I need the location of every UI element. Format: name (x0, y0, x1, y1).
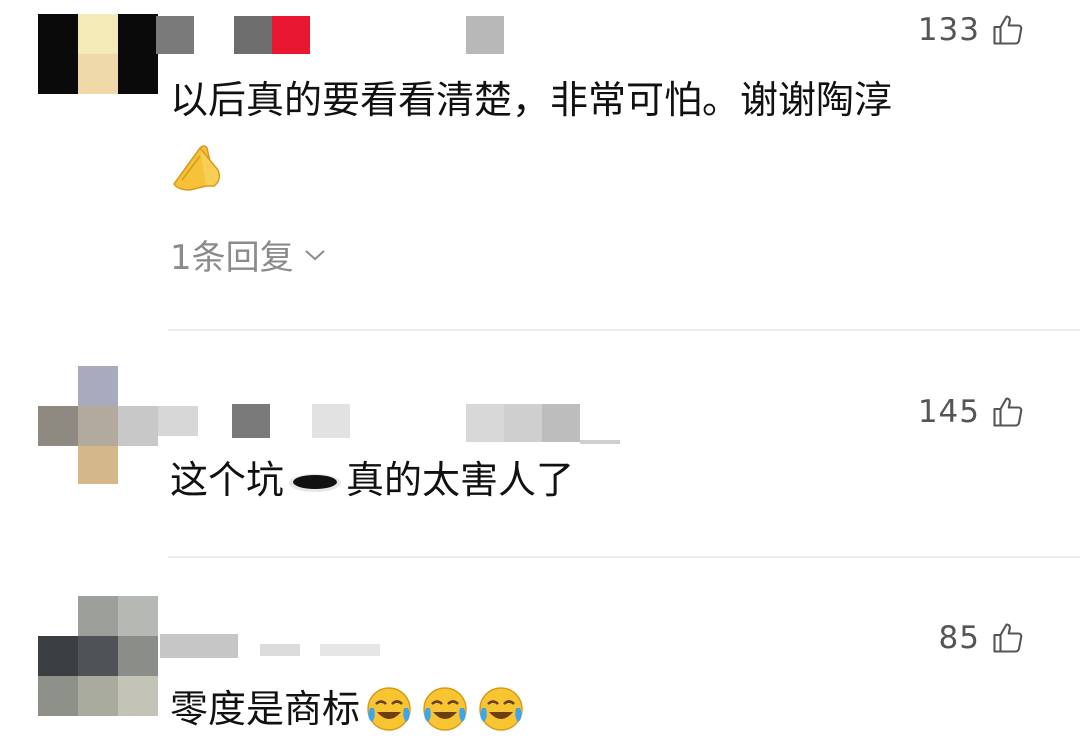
divider (168, 556, 1080, 558)
like-group[interactable]: 145 (918, 394, 1026, 430)
like-count: 85 (938, 620, 980, 656)
thumbs-up-icon[interactable] (990, 394, 1026, 430)
like-group[interactable]: 133 (918, 12, 1026, 48)
hole-icon (289, 474, 342, 492)
comment-text-before: 这个坑 (170, 458, 285, 502)
replies-label: 1条回复 (170, 238, 294, 278)
thumbs-up-icon[interactable] (990, 12, 1026, 48)
username-pixelated[interactable] (160, 630, 390, 660)
divider (168, 329, 1080, 331)
like-count: 145 (917, 394, 980, 430)
like-count: 133 (917, 12, 980, 48)
thumbs-up-icon[interactable] (990, 620, 1026, 656)
tears-of-joy-icon (367, 687, 411, 731)
comment-text: 零度是商标 (170, 684, 526, 734)
comment-text-after: 真的太害人了 (346, 458, 575, 502)
chevron-down-icon (304, 249, 325, 260)
username-pixelated[interactable] (232, 404, 622, 444)
like-group[interactable]: 85 (939, 620, 1026, 656)
comment-text-main: 零度是商标 (170, 687, 361, 731)
comment-text: 这个坑 真的太害人了 (170, 456, 574, 504)
replies-toggle[interactable]: 1条回复 (170, 230, 326, 279)
avatar-pixelated[interactable] (38, 14, 158, 94)
username-pixelated[interactable] (156, 16, 506, 56)
pray-icon (173, 145, 221, 191)
comment-text: 以后真的要看看清楚，非常可怕。谢谢陶淳 (170, 78, 893, 122)
tears-of-joy-icon (479, 687, 523, 731)
tears-of-joy-icon (423, 687, 467, 731)
avatar-pixelated[interactable] (38, 596, 158, 716)
